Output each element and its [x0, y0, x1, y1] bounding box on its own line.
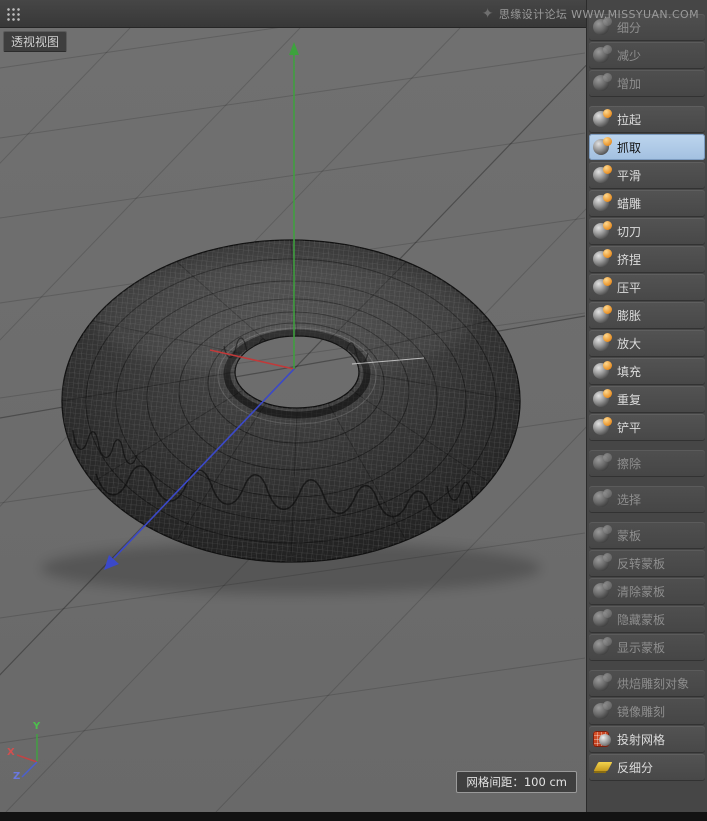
flatten-icon	[592, 277, 612, 297]
decrease-icon	[592, 45, 612, 65]
axis-y-arrowhead	[289, 42, 299, 55]
smooth-icon	[592, 165, 612, 185]
flatten-tool-button[interactable]: 压平	[589, 274, 705, 300]
repeat-tool-button[interactable]: 重复	[589, 386, 705, 412]
tool-label: 隐藏蒙板	[617, 611, 665, 628]
show-mask-icon	[592, 637, 612, 657]
tool-label: 填充	[617, 363, 641, 380]
tool-label: 投射网格	[617, 731, 665, 748]
pinch-tool-button[interactable]: 挤捏	[589, 246, 705, 272]
pinch-icon	[592, 249, 612, 269]
pull-icon	[592, 109, 612, 129]
desubdivide-tool-button[interactable]: 反细分	[589, 754, 705, 780]
view-label: 透视视图	[3, 31, 67, 52]
project-mesh-tool-button[interactable]: 投射网格	[589, 726, 705, 752]
watermark-text: 思缘设计论坛 WWW.MISSYUAN.COM	[499, 6, 699, 22]
grid-spacing-badge: 网格间距：100 cm	[456, 771, 577, 793]
axis-gizmo: X Y Z	[6, 722, 60, 786]
torus-mesh-object	[62, 240, 520, 562]
mask-icon	[592, 525, 612, 545]
tool-label: 铲平	[617, 419, 641, 436]
tool-label: 膨胀	[617, 307, 641, 324]
tool-label: 反转蒙板	[617, 555, 665, 572]
scrape-icon	[592, 417, 612, 437]
grab-icon	[592, 137, 612, 157]
erase-icon	[592, 453, 612, 473]
tool-label: 放大	[617, 335, 641, 352]
pull-tool-button[interactable]: 拉起	[589, 106, 705, 132]
axis-gizmo-x-label: X	[7, 747, 15, 758]
knife-tool-button[interactable]: 切刀	[589, 218, 705, 244]
tool-label: 显示蒙板	[617, 639, 665, 656]
invert-mask-tool-button[interactable]: 反转蒙板	[589, 550, 705, 576]
tool-label: 擦除	[617, 455, 641, 472]
smooth-tool-button[interactable]: 平滑	[589, 162, 705, 188]
scene-canvas	[0, 28, 586, 812]
tool-label: 减少	[617, 47, 641, 64]
tool-label: 选择	[617, 491, 641, 508]
tool-label: 增加	[617, 75, 641, 92]
repeat-icon	[592, 389, 612, 409]
wax-icon	[592, 193, 612, 213]
mirror-sculpt-tool-button[interactable]: 镜像雕刻	[589, 698, 705, 724]
tool-label: 蜡雕	[617, 195, 641, 212]
mask-tool-button[interactable]: 蒙板	[589, 522, 705, 548]
bottom-strip	[0, 812, 707, 821]
axis-gizmo-y-label: Y	[33, 721, 40, 732]
amplify-icon	[592, 333, 612, 353]
show-mask-tool-button[interactable]: 显示蒙板	[589, 634, 705, 660]
wax-tool-button[interactable]: 蜡雕	[589, 190, 705, 216]
decrease-tool-button[interactable]: 减少	[589, 42, 705, 68]
viewport-3d[interactable]: 透视视图 网格间距：100 cm X Y Z	[0, 28, 586, 812]
tool-label: 反细分	[617, 759, 653, 776]
tool-label: 压平	[617, 279, 641, 296]
inflate-tool-button[interactable]: 膨胀	[589, 302, 705, 328]
clear-mask-icon	[592, 581, 612, 601]
tool-label: 镜像雕刻	[617, 703, 665, 720]
tool-label: 挤捏	[617, 251, 641, 268]
viewport-menu-icon[interactable]	[5, 6, 20, 21]
fill-tool-button[interactable]: 填充	[589, 358, 705, 384]
tool-label: 烘焙雕刻对象	[617, 675, 689, 692]
sculpt-tool-panel: 细分 减少 增加 拉起 抓取 平滑 蜡雕 切刀 挤捏 压平	[586, 0, 707, 812]
bake-sculpt-tool-button[interactable]: 烘焙雕刻对象	[589, 670, 705, 696]
tool-label: 清除蒙板	[617, 583, 665, 600]
erase-tool-button[interactable]: 擦除	[589, 450, 705, 476]
amplify-tool-button[interactable]: 放大	[589, 330, 705, 356]
tool-label: 切刀	[617, 223, 641, 240]
desubdivide-icon	[592, 757, 612, 777]
hide-mask-tool-button[interactable]: 隐藏蒙板	[589, 606, 705, 632]
invert-mask-icon	[592, 553, 612, 573]
tool-label: 平滑	[617, 167, 641, 184]
watermark: ✦ 思缘设计论坛 WWW.MISSYUAN.COM	[482, 6, 699, 22]
mirror-sculpt-icon	[592, 701, 612, 721]
hide-mask-icon	[592, 609, 612, 629]
tool-label: 拉起	[617, 111, 641, 128]
grab-tool-button[interactable]: 抓取	[589, 134, 705, 160]
clear-mask-tool-button[interactable]: 清除蒙板	[589, 578, 705, 604]
select-icon	[592, 489, 612, 509]
increase-icon	[592, 73, 612, 93]
bake-sculpt-icon	[592, 673, 612, 693]
increase-tool-button[interactable]: 增加	[589, 70, 705, 96]
axis-gizmo-z-label: Z	[13, 771, 20, 782]
scrape-tool-button[interactable]: 铲平	[589, 414, 705, 440]
tool-label: 抓取	[617, 139, 641, 156]
knife-icon	[592, 221, 612, 241]
fill-icon	[592, 361, 612, 381]
project-mesh-icon	[592, 729, 612, 749]
select-tool-button[interactable]: 选择	[589, 486, 705, 512]
inflate-icon	[592, 305, 612, 325]
compass-star-icon: ✦	[482, 7, 494, 21]
tool-label: 重复	[617, 391, 641, 408]
tool-label: 蒙板	[617, 527, 641, 544]
